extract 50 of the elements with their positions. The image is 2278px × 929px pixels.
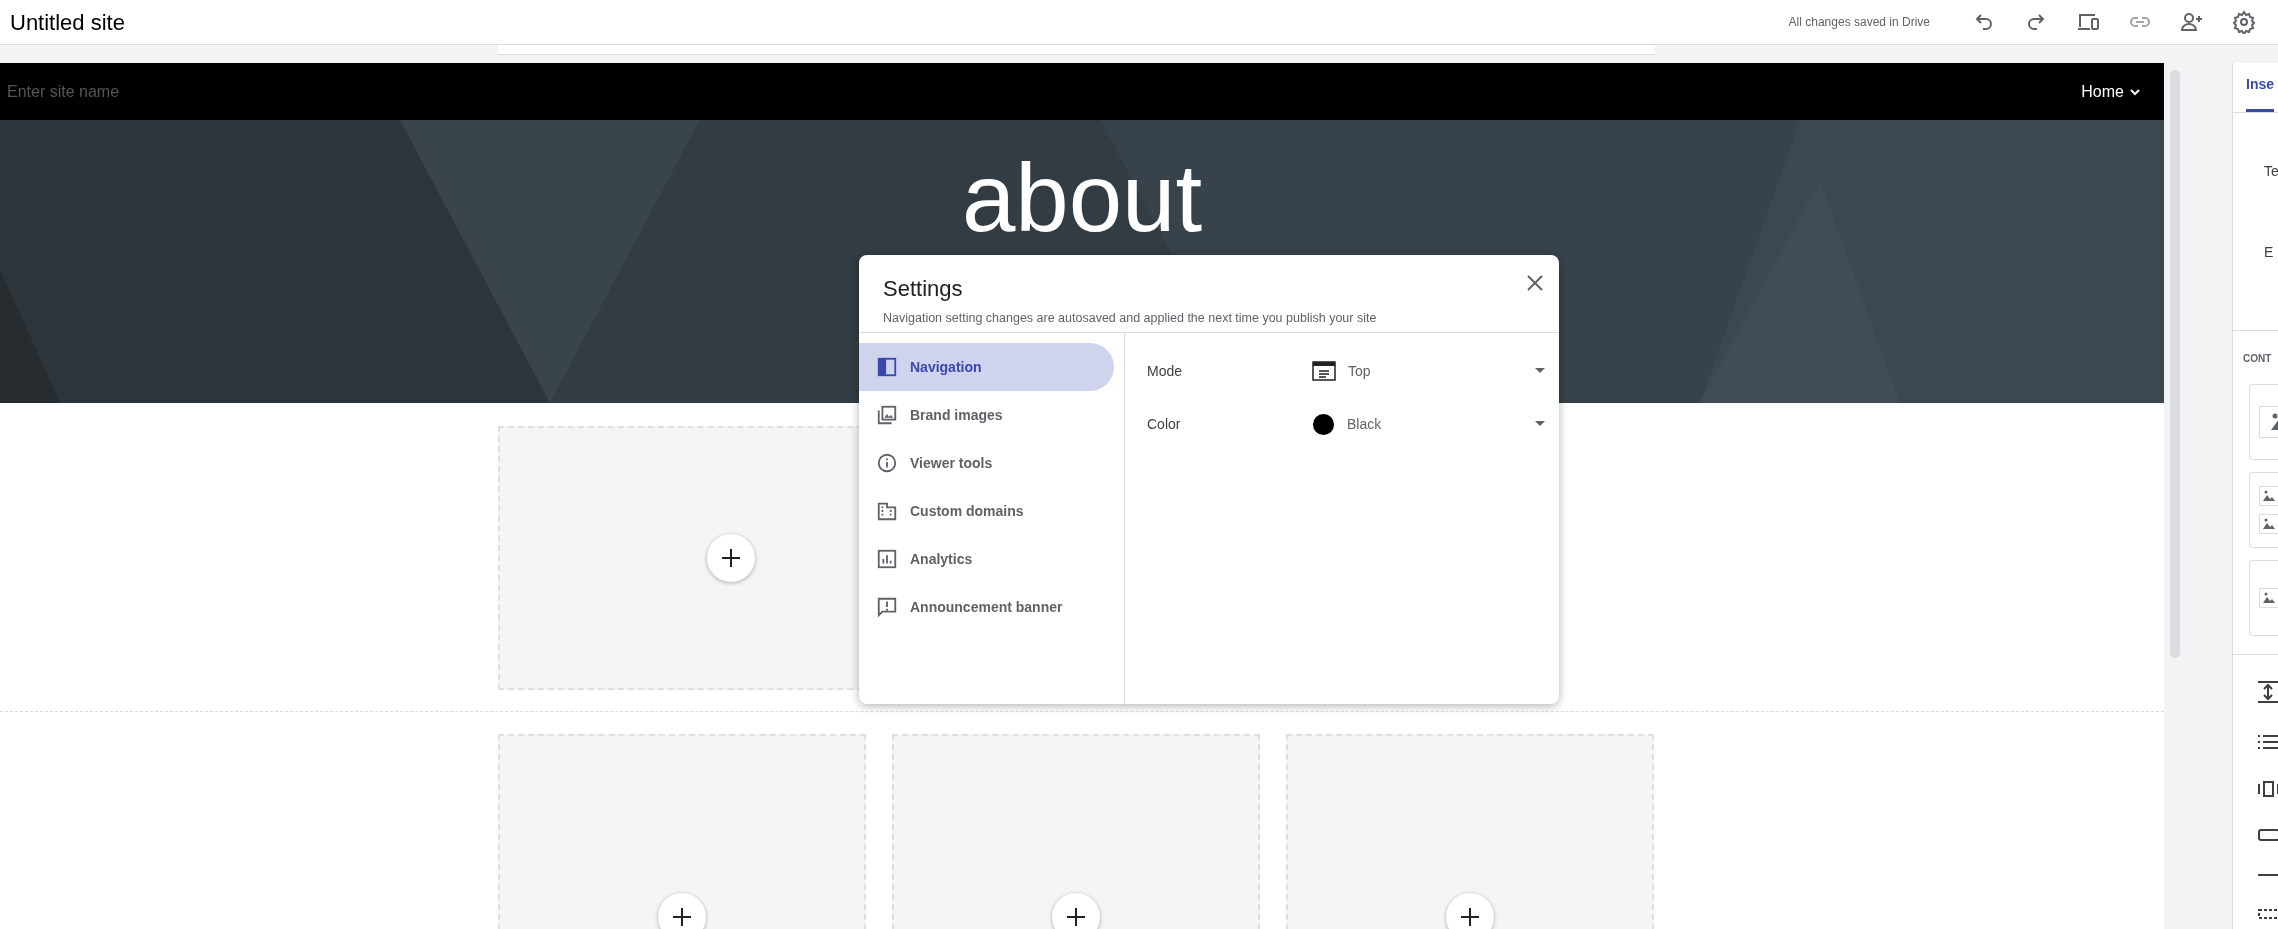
carousel-icon[interactable] xyxy=(2258,781,2278,797)
color-swatch-icon xyxy=(1312,412,1335,436)
panel-item[interactable]: Te xyxy=(2264,161,2278,182)
field-label: Color xyxy=(1147,414,1182,434)
add-button[interactable] xyxy=(1052,893,1100,929)
plus-icon xyxy=(1460,907,1480,927)
close-icon xyxy=(1527,275,1543,291)
site-title[interactable]: Untitled site xyxy=(10,5,125,39)
settings-nav-item[interactable]: Brand images xyxy=(859,391,1114,439)
add-button[interactable] xyxy=(658,893,706,929)
feedback-icon xyxy=(876,596,898,618)
vertical-spacer-icon[interactable] xyxy=(2258,681,2278,703)
dropdown-value: Top xyxy=(1348,361,1372,381)
plus-icon xyxy=(720,548,741,568)
info-icon xyxy=(876,452,898,474)
settings-nav-item[interactable]: Announcement banner xyxy=(859,583,1114,631)
divider-icon[interactable] xyxy=(2258,873,2278,877)
add-person-icon[interactable] xyxy=(2180,10,2204,34)
image-icon xyxy=(876,404,898,426)
dropdown[interactable]: Top xyxy=(1312,353,1545,389)
site-name-field[interactable]: Enter site name xyxy=(7,79,307,104)
panel-tab[interactable]: Inse xyxy=(2246,74,2274,112)
bar-chart-icon xyxy=(876,548,898,570)
dialog-title: Settings xyxy=(883,275,964,303)
panel-item[interactable]: E xyxy=(2264,242,2278,263)
add-button[interactable] xyxy=(706,534,755,582)
side-panel-icon xyxy=(876,356,898,378)
settings-nav-item[interactable]: Analytics xyxy=(859,535,1114,583)
settings-icon[interactable] xyxy=(2232,10,2256,34)
dropdown[interactable]: Black xyxy=(1312,406,1545,442)
dialog-subtitle: Navigation setting changes are autosaved and applied the next time you publish your site xyxy=(883,310,1378,327)
nav-menu-item[interactable]: Home xyxy=(2081,79,2142,104)
plus-icon xyxy=(1066,907,1086,927)
dropdown-value: Black xyxy=(1347,414,1383,434)
dropdown-icon xyxy=(1535,421,1545,427)
section-heading: CONT xyxy=(2243,352,2273,366)
field-label: Mode xyxy=(1147,361,1184,381)
add-button[interactable] xyxy=(1446,893,1494,929)
hero-title[interactable]: about xyxy=(961,150,1203,246)
placeholder-icon[interactable] xyxy=(2258,909,2278,919)
list-icon[interactable] xyxy=(2258,735,2278,749)
dropdown-icon xyxy=(1535,368,1545,374)
settings-nav-item[interactable]: Custom domains xyxy=(859,487,1114,535)
save-status: All changes saved in Drive xyxy=(1788,14,1930,31)
window-icon xyxy=(1312,361,1336,381)
settings-nav-item[interactable]: Navigation xyxy=(859,343,1114,391)
building-icon xyxy=(876,500,898,522)
plus-icon xyxy=(672,907,692,927)
settings-nav-item[interactable]: Viewer tools xyxy=(859,439,1114,487)
button-shape-icon[interactable] xyxy=(2258,829,2278,841)
